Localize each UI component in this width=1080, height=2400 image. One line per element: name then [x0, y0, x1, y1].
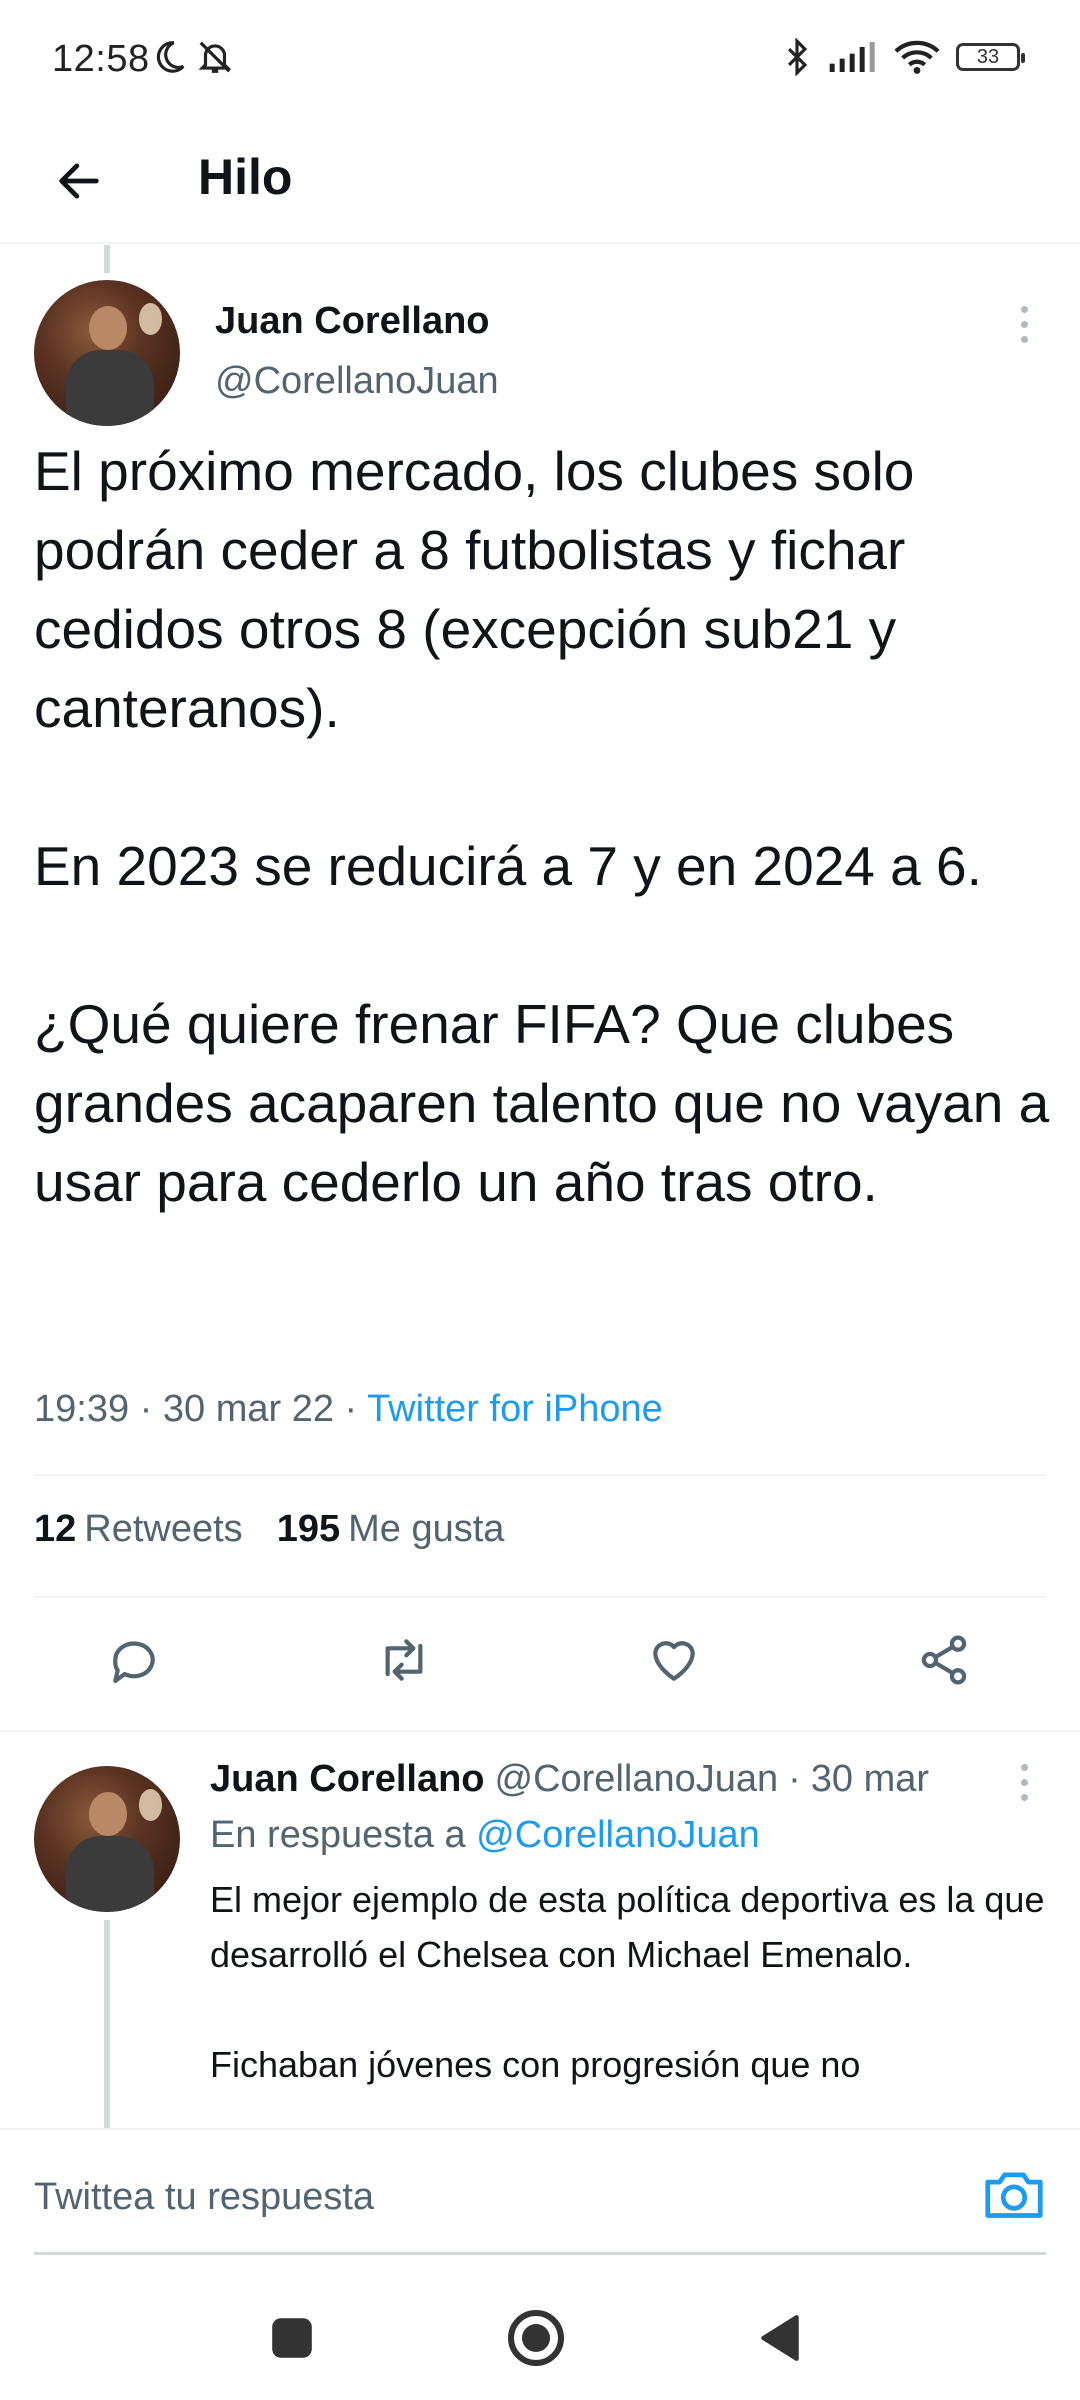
retweet-icon — [385, 1639, 423, 1681]
recents-button[interactable] — [252, 2298, 332, 2378]
arrow-left-icon — [59, 163, 99, 199]
status-left-icons — [150, 38, 234, 76]
likes-label: Me gusta — [348, 1508, 505, 1550]
retweet-button[interactable] — [364, 1620, 444, 1700]
status-bar: 12:58 33 — [0, 0, 1080, 120]
bluetooth-icon — [787, 38, 808, 76]
back-button[interactable] — [44, 146, 114, 216]
author-handle[interactable]: @CorellanoJuan — [215, 360, 499, 403]
dot-icon — [1020, 305, 1028, 313]
compose-bar: Twittea tu respuesta — [0, 2128, 1080, 2278]
signal-icon — [829, 42, 875, 72]
home-button[interactable] — [496, 2298, 576, 2378]
tweet-stats: 12 Retweets 195 Me gusta — [34, 1508, 504, 1551]
back-nav-button[interactable] — [740, 2298, 820, 2378]
dot-icon — [1020, 1778, 1028, 1786]
reply-button[interactable] — [94, 1620, 174, 1700]
likes-stat[interactable]: 195 Me gusta — [277, 1508, 505, 1551]
tweet-date: 30 mar 22 — [162, 1388, 334, 1430]
reply-avatar[interactable] — [34, 1766, 180, 1912]
tweet-text: El próximo mercado, los clubes solo podr… — [34, 440, 1050, 1213]
status-right-icons: 33 — [782, 38, 1025, 76]
thread-line — [104, 245, 110, 273]
like-button[interactable] — [634, 1620, 714, 1700]
wifi-icon — [894, 40, 940, 74]
camera-button[interactable] — [976, 2156, 1052, 2232]
dot-icon — [1020, 320, 1028, 328]
reply-author-name[interactable]: Juan Corellano — [210, 1758, 485, 1801]
reply-tweet-text[interactable]: El mejor ejemplo de esta política deport… — [210, 1872, 1060, 2092]
reply-author-handle[interactable]: @CorellanoJuan — [495, 1758, 779, 1801]
tweet-time: 19:39 — [34, 1388, 130, 1430]
input-underline — [34, 2252, 1046, 2255]
separator: · — [139, 1388, 153, 1430]
reply-to-mention-link[interactable]: @CorellanoJuan — [476, 1814, 760, 1856]
retweets-label: Retweets — [84, 1508, 243, 1550]
status-time: 12:58 — [52, 38, 150, 80]
notifications-off-icon — [198, 41, 232, 73]
likes-count: 195 — [276, 1508, 341, 1550]
separator: · — [344, 1388, 358, 1430]
reply-date: 30 mar — [810, 1758, 930, 1800]
reply-more-options-button[interactable] — [1004, 1752, 1044, 1812]
system-nav-bar — [0, 2278, 1080, 2400]
more-options-button[interactable] — [1004, 294, 1044, 354]
reply-icon — [113, 1641, 155, 1684]
divider — [34, 1596, 1046, 1598]
share-button[interactable] — [904, 1620, 984, 1700]
like-icon — [653, 1641, 695, 1681]
recents-square-icon — [272, 2318, 312, 2358]
dot-icon — [1020, 1763, 1028, 1771]
author-name[interactable]: Juan Corellano — [215, 300, 490, 343]
retweets-count: 12 — [34, 1508, 77, 1550]
reply-thread-line — [104, 1920, 110, 2130]
back-triangle-icon — [761, 2315, 799, 2361]
section-divider — [0, 1730, 1080, 1732]
reply-input[interactable]: Twittea tu respuesta — [34, 2176, 374, 2219]
retweets-stat[interactable]: 12 Retweets — [34, 1508, 243, 1551]
reply-header: Juan Corellano @CorellanoJuan · 30 mar — [210, 1758, 929, 1801]
reply-to-line: En respuesta a @CorellanoJuan — [210, 1814, 760, 1857]
separator: · — [788, 1758, 801, 1800]
avatar[interactable] — [34, 280, 180, 426]
dot-icon — [1020, 1793, 1028, 1801]
share-icon — [921, 1635, 967, 1685]
thread-header: Hilo — [0, 120, 1080, 244]
battery-icon: 33 — [956, 43, 1025, 71]
moon-icon — [156, 41, 185, 73]
home-circle-icon — [508, 2310, 564, 2366]
tweet-source-link[interactable]: Twitter for iPhone — [367, 1388, 663, 1430]
tweet-meta: 19:39 · 30 mar 22 · Twitter for iPhone — [34, 1388, 663, 1431]
divider — [34, 1474, 1046, 1476]
reply-to-label: En respuesta a — [210, 1814, 466, 1856]
tweet-actions — [0, 1620, 1080, 1720]
dot-icon — [1020, 335, 1028, 343]
camera-icon — [985, 2172, 1043, 2218]
page-title: Hilo — [198, 149, 293, 205]
